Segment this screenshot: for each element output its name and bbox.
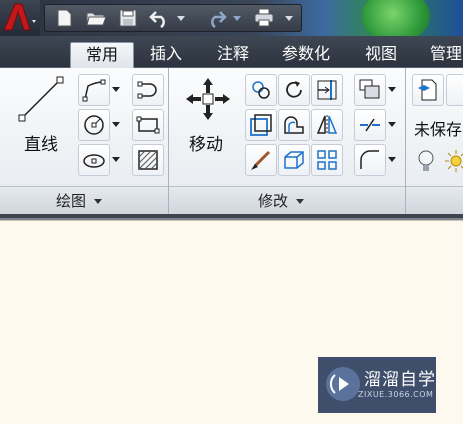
ellipse-button[interactable] [78,144,110,176]
line-label: 直线 [24,135,58,155]
grid-icon [317,150,337,170]
move-label: 移动 [189,135,223,155]
lightbulb-button[interactable] [414,148,438,174]
tab-home[interactable]: 常用 [70,42,134,69]
plot-icon[interactable] [253,8,275,28]
layers-panel-title-bar[interactable] [406,186,463,215]
chevron-down-icon [94,199,103,204]
circle-button[interactable] [78,109,110,141]
line-button[interactable]: 直线 [14,74,68,158]
arc-button[interactable] [132,74,164,106]
polyline-dropdown-icon[interactable] [111,74,121,104]
tab-parametric[interactable]: 参数化 [272,42,340,68]
rectangle-button[interactable] [132,109,164,141]
redo-icon[interactable] [205,8,227,29]
box-3d-icon [284,151,304,169]
lightbulb-icon [418,150,434,171]
hatch-button[interactable] [132,144,164,176]
qat-customize-dropdown-icon[interactable] [285,16,293,21]
layer-properties-icon [418,79,437,101]
watermark-logo-icon [326,367,360,401]
ellipse-dropdown-icon[interactable] [111,144,121,174]
line-icon [18,76,64,122]
rectangle-icon [136,116,160,134]
rotate-button[interactable] [278,74,310,106]
autocad-logo-icon [3,3,36,31]
tab-annotate[interactable]: 注释 [206,42,260,68]
watermark-title: 溜溜自学 [364,370,436,390]
move-button[interactable]: 移动 [180,74,236,158]
chamfer-dropdown-icon[interactable] [387,144,397,174]
circle-icon [84,115,104,135]
fillet-icon [284,116,304,134]
arc-icon [137,81,157,99]
break-line-icon [360,118,380,132]
rotate-icon [286,81,302,98]
layer-properties-button[interactable] [412,74,444,106]
ellipse-icon [83,154,105,168]
sun-button[interactable] [444,148,463,174]
corner-arc-icon [360,150,379,169]
copy-button[interactable] [245,74,277,106]
polyline-button[interactable] [78,74,110,106]
watermark: 溜溜自学 ZIXUE.3066.COM [318,357,436,413]
layer-state-text[interactable]: 未保存 [414,116,462,140]
stretch-icon [250,114,272,136]
stretch-button[interactable] [245,109,277,141]
copy-icon [252,81,270,99]
tab-manage[interactable]: 管理 [422,42,463,68]
erase-button[interactable] [354,74,386,106]
chevron-down-icon [296,199,305,204]
hatch-icon [138,150,158,170]
explode-button[interactable] [354,109,386,141]
draw-panel-label[interactable]: 绘图 [56,190,103,211]
undo-icon[interactable] [149,8,171,29]
sun-icon [445,150,463,172]
undo-dropdown-icon[interactable] [177,16,185,21]
tab-insert[interactable]: 插入 [140,42,192,68]
chamfer-button[interactable] [354,144,386,176]
layers-stack-icon [359,79,380,99]
move-icon [186,78,230,120]
trim-icon [317,80,337,100]
circle-dropdown-icon[interactable] [111,109,121,139]
mirror-button[interactable] [311,109,343,141]
mirror-icon [316,115,338,135]
save-icon[interactable] [117,8,139,28]
scale-button[interactable] [245,144,277,176]
polyline-icon [82,79,106,102]
watermark-subtitle: ZIXUE.3066.COM [358,390,434,399]
grid-array-button[interactable] [311,144,343,176]
trim-button[interactable] [311,74,343,106]
ribbon-tab-bar: 常用 插入 注释 参数化 视图 管理 [0,36,463,69]
layer-state-button[interactable] [446,74,463,106]
redo-dropdown-icon[interactable] [233,16,241,21]
erase-dropdown-icon[interactable] [387,74,397,104]
quick-access-toolbar [44,4,302,32]
fillet-button[interactable] [278,109,310,141]
brush-icon [251,150,271,170]
tab-view[interactable]: 视图 [354,42,408,68]
modify-panel-label[interactable]: 修改 [258,190,305,211]
array-button[interactable] [278,144,310,176]
explode-dropdown-icon[interactable] [387,109,397,139]
application-menu-button[interactable] [0,0,40,36]
open-icon[interactable] [85,8,107,28]
new-icon[interactable] [53,8,75,28]
